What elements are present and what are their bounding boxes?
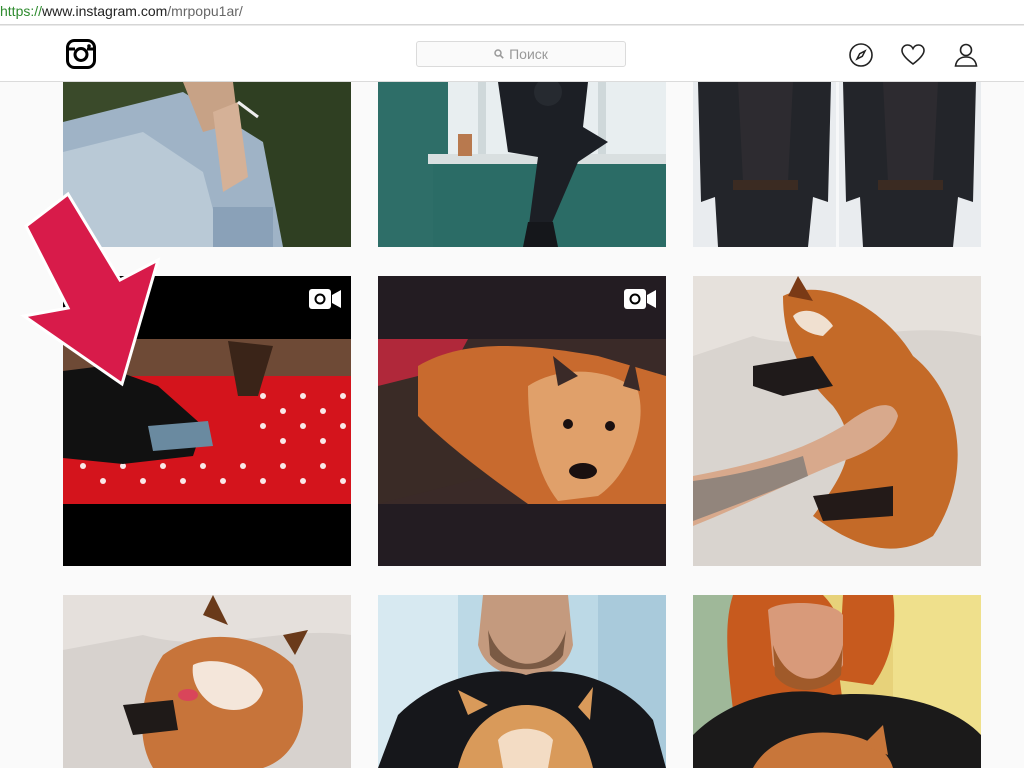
heart-icon[interactable] bbox=[900, 42, 926, 68]
post-man-in-vest[interactable] bbox=[693, 82, 981, 247]
search-placeholder: Поиск bbox=[509, 46, 548, 62]
browser-url-bar[interactable]: https://www.instagram.com/mrpopu1ar/ bbox=[0, 0, 1024, 25]
instagram-logo-icon[interactable] bbox=[66, 39, 96, 69]
post-red-haired-man-with-fox[interactable] bbox=[693, 595, 981, 768]
url-scheme: https:// bbox=[0, 3, 43, 19]
url-host: www.instagram.com bbox=[42, 3, 168, 19]
search-input[interactable]: Поиск bbox=[416, 41, 626, 67]
compass-icon[interactable] bbox=[848, 42, 874, 68]
post-fox-closeup[interactable] bbox=[378, 276, 666, 566]
post-man-on-window[interactable] bbox=[378, 82, 666, 247]
video-camera-icon bbox=[309, 289, 341, 309]
search-icon bbox=[494, 49, 504, 59]
url-path: /mrpopu1ar/ bbox=[167, 3, 243, 19]
down-arrow-annotation bbox=[20, 191, 161, 387]
post-hand-petting-fox[interactable] bbox=[693, 276, 981, 566]
url-text[interactable]: https://www.instagram.com/mrpopu1ar/ bbox=[0, 3, 243, 19]
instagram-header: Поиск bbox=[0, 26, 1024, 82]
person-icon[interactable] bbox=[953, 42, 979, 68]
video-camera-icon bbox=[624, 289, 656, 309]
post-bearded-man-with-fox[interactable] bbox=[378, 595, 666, 768]
post-fox-on-sheet[interactable] bbox=[63, 595, 351, 768]
